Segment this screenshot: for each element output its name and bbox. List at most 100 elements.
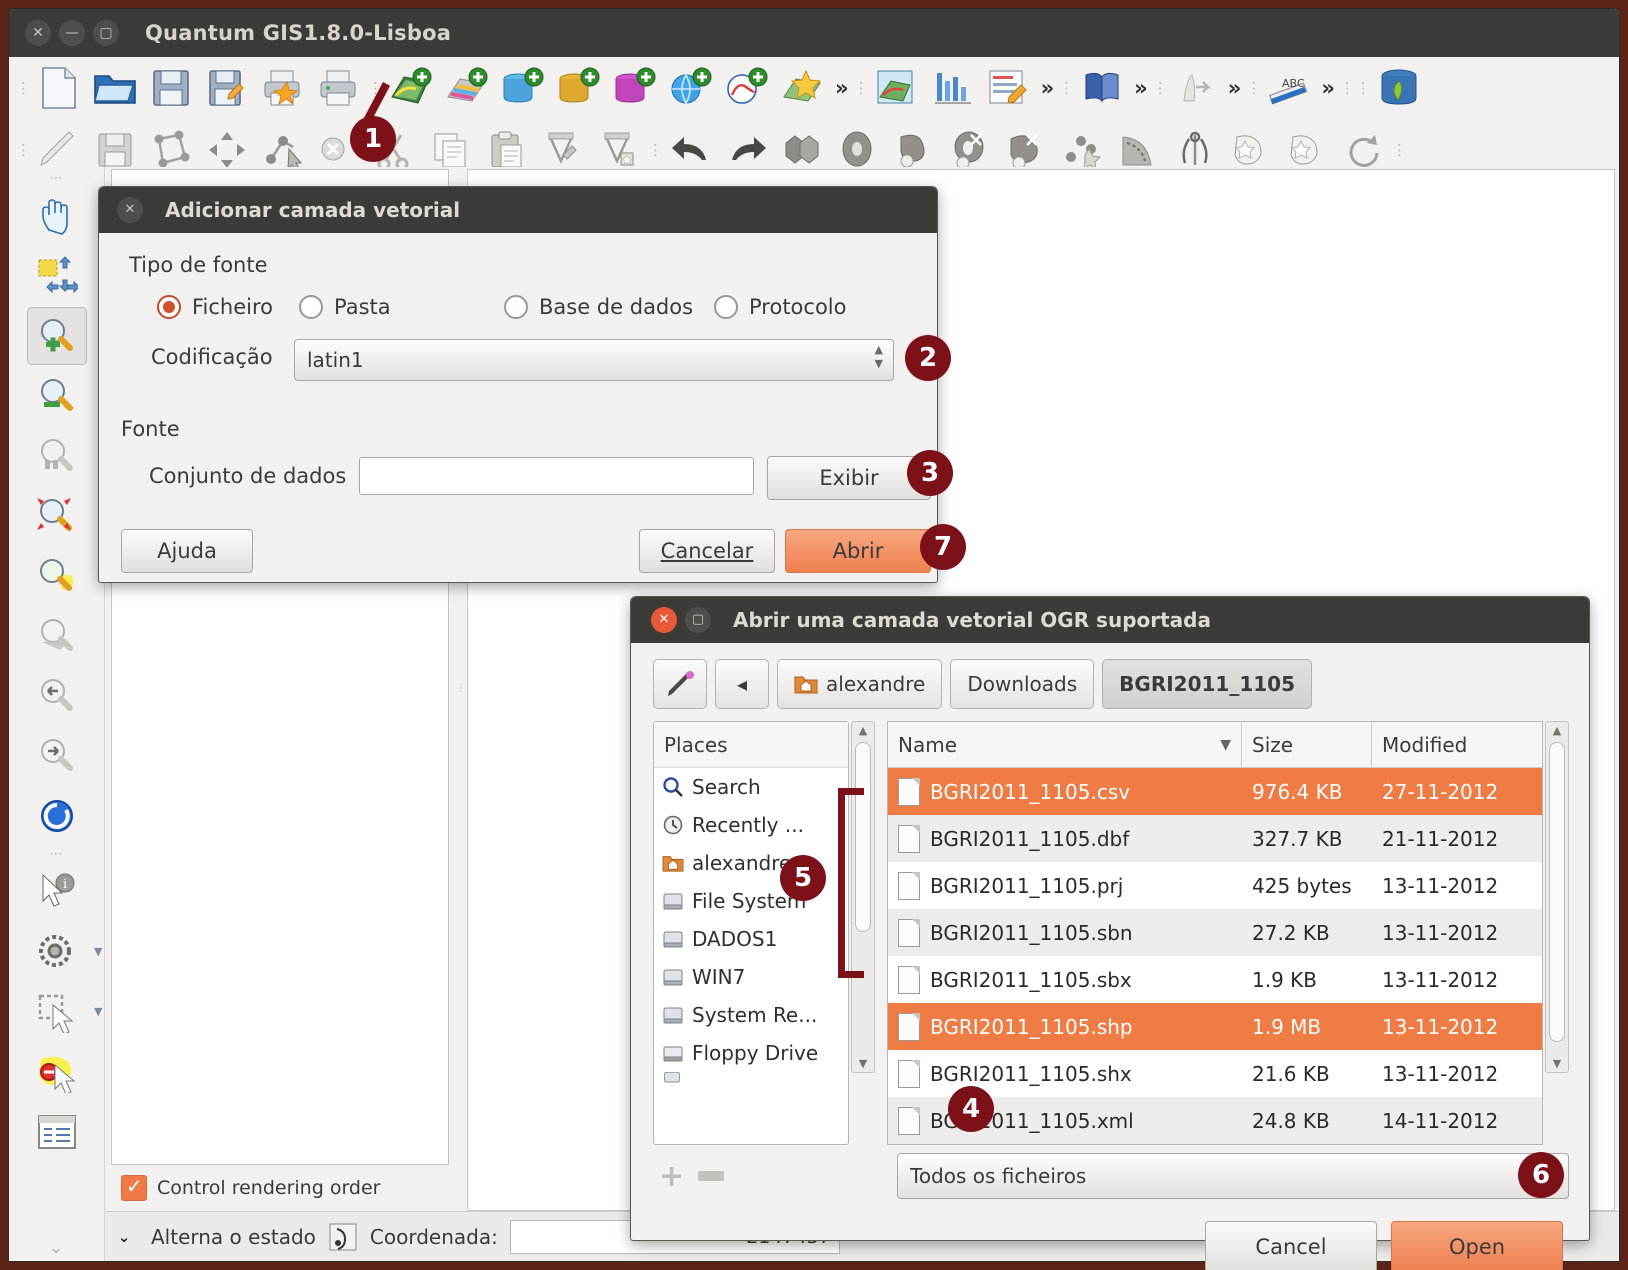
table-row[interactable]: BGRI2011_1105.prj 425 bytes 13-11-2012 [888, 862, 1542, 909]
overflow-chevron-5[interactable]: » [1317, 76, 1339, 100]
overflow-chevron-3[interactable]: » [1130, 76, 1152, 100]
pan-map-icon[interactable] [27, 187, 87, 245]
radio-base-de-dados-button[interactable] [504, 295, 528, 319]
refresh-icon[interactable] [27, 787, 87, 845]
table-row[interactable]: BGRI2011_1105.csv 976.4 KB 27-11-2012 [888, 768, 1542, 815]
file-list-scrollbar[interactable]: ▲ ▼ [1545, 721, 1569, 1073]
cancel-button[interactable]: Cancelar [639, 529, 775, 573]
db-manager-icon[interactable] [1371, 60, 1427, 116]
place-item-win7[interactable]: WIN7 [654, 958, 848, 996]
print-icon[interactable] [311, 60, 367, 116]
deselect-features-icon[interactable] [27, 1043, 87, 1101]
toolbar-grip-db[interactable]: ⋮ [1339, 81, 1355, 96]
close-icon[interactable]: ✕ [25, 20, 51, 46]
identify-features-icon[interactable]: i [27, 863, 87, 921]
overflow-chevron-4[interactable]: » [1224, 76, 1246, 100]
path-back-button[interactable]: ◂ [715, 659, 769, 709]
python-console-icon[interactable] [1074, 60, 1130, 116]
topology-icon[interactable] [1168, 60, 1224, 116]
add-place-button[interactable]: + [659, 1159, 684, 1194]
table-row[interactable]: BGRI2011_1105.sbx 1.9 KB 13-11-2012 [888, 956, 1542, 1003]
zoom-to-selection-icon[interactable] [27, 487, 87, 545]
place-item-recently[interactable]: Recently ... [654, 806, 848, 844]
maximize-icon[interactable]: ▢ [685, 607, 711, 633]
toolbar-grip-digit[interactable]: ⋮ [15, 143, 31, 158]
place-item-more[interactable] [654, 1072, 848, 1084]
chevron-down-icon-2[interactable]: ▼ [94, 1005, 102, 1018]
measure-icon[interactable]: ABC [1261, 60, 1317, 116]
help-button[interactable]: Ajuda [121, 529, 253, 573]
toolbar-grip[interactable]: ⋮ [15, 81, 31, 96]
remove-place-button[interactable] [698, 1171, 725, 1181]
toolbar-grip-undo[interactable]: ⋮ [647, 143, 663, 158]
control-rendering-order-checkbox[interactable] [121, 1174, 147, 1201]
add-mssql-layer-icon[interactable] [607, 60, 663, 116]
radio-pasta-button[interactable] [299, 295, 323, 319]
radio-ficheiro-button[interactable] [157, 295, 181, 319]
toolbar-grip-end[interactable]: ⋮ [1391, 143, 1407, 158]
place-item-floppy-drive[interactable]: Floppy Drive [654, 1034, 848, 1072]
toolbar-grip-plugins[interactable]: ⋮ [1058, 81, 1074, 96]
save-project-icon[interactable] [143, 60, 199, 116]
new-bookmark-icon[interactable] [775, 60, 831, 116]
add-wms-layer-icon[interactable] [663, 60, 719, 116]
add-vector-layer-icon[interactable] [383, 60, 439, 116]
chevron-down-icon[interactable]: ▼ [94, 945, 102, 958]
status-expand-icon[interactable]: ⌄ [109, 1228, 139, 1246]
toolbar-grip-measure[interactable]: ⋮ [1245, 81, 1261, 96]
table-row[interactable]: BGRI2011_1105.shp 1.9 MB 13-11-2012 [888, 1003, 1542, 1050]
zoom-in-icon[interactable] [26, 307, 87, 365]
toolbar-grip-db2[interactable]: ⋮ [1355, 81, 1371, 96]
zoom-previous-icon[interactable] [27, 667, 87, 725]
add-raster-layer-icon[interactable] [439, 60, 495, 116]
scroll-down-arrow-icon[interactable]: ▼ [852, 1057, 874, 1070]
new-file-icon[interactable] [31, 60, 87, 116]
browse-button[interactable]: Exibir [767, 456, 931, 500]
places-scrollbar[interactable]: ▲ ▼ [851, 721, 875, 1073]
radio-protocolo[interactable]: Protocolo [714, 295, 846, 319]
select-features-icon[interactable]: ▼ [27, 983, 103, 1041]
file-list-scrollbar-thumb[interactable] [1549, 742, 1565, 1042]
place-item-dados1[interactable]: DADOS1 [654, 920, 848, 958]
statistics-icon[interactable] [925, 60, 981, 116]
pencil-icon[interactable] [653, 659, 707, 709]
path-button-downloads[interactable]: Downloads [950, 659, 1095, 709]
add-wfs-layer-icon[interactable] [719, 60, 775, 116]
path-button-alexandre[interactable]: alexandre [777, 659, 943, 709]
place-item-search[interactable]: Search [654, 768, 848, 806]
column-header-name[interactable]: Name ▼ [888, 722, 1242, 767]
measure-line-icon[interactable]: ▼ [27, 923, 103, 981]
add-postgis-layer-icon[interactable] [495, 60, 551, 116]
path-button-current[interactable]: BGRI2011_1105 [1102, 659, 1313, 709]
places-scrollbar-thumb[interactable] [855, 742, 871, 932]
scroll-up-arrow-icon[interactable]: ▲ [1546, 724, 1568, 737]
label-icon[interactable] [981, 60, 1037, 116]
zoom-full-icon[interactable] [27, 427, 87, 485]
overflow-chevron[interactable]: » [831, 76, 853, 100]
dataset-input[interactable] [359, 457, 754, 495]
open-button[interactable]: Open [1391, 1221, 1563, 1270]
left-toolbar-more[interactable]: ⌄ [48, 1237, 64, 1258]
place-item-system-reserved[interactable]: System Re... [654, 996, 848, 1034]
cancel-button[interactable]: Cancel [1205, 1221, 1377, 1270]
file-type-filter-combobox[interactable]: Todos os ficheiros ▲▼ [897, 1153, 1569, 1199]
left-toolbar-grip[interactable]: ⋯ [50, 171, 64, 187]
pan-to-selection-icon[interactable] [27, 247, 87, 305]
table-row[interactable]: BGRI2011_1105.shx 21.6 KB 13-11-2012 [888, 1050, 1542, 1097]
close-icon[interactable]: ✕ [117, 197, 143, 223]
spinner-arrows-icon[interactable]: ▲▼ [875, 344, 883, 369]
table-row[interactable]: BGRI2011_1105.sbn 27.2 KB 13-11-2012 [888, 909, 1542, 956]
radio-ficheiro[interactable]: Ficheiro [157, 295, 273, 319]
radio-base-de-dados[interactable]: Base de dados [504, 295, 693, 319]
open-project-icon[interactable] [87, 60, 143, 116]
open-table-icon[interactable] [27, 1103, 87, 1161]
scroll-down-arrow-icon[interactable]: ▼ [1546, 1057, 1568, 1070]
overflow-chevron-2[interactable]: » [1037, 76, 1059, 100]
zoom-next-icon[interactable] [27, 727, 87, 785]
open-attribute-table-icon[interactable] [869, 60, 925, 116]
table-row[interactable]: BGRI2011_1105.dbf 327.7 KB 21-11-2012 [888, 815, 1542, 862]
save-project-as-icon[interactable] [199, 60, 255, 116]
toolbar-grip-topology[interactable]: ⋮ [1152, 81, 1168, 96]
left-toolbar-grip-2[interactable]: ⋯ [50, 847, 64, 863]
radio-protocolo-button[interactable] [714, 295, 738, 319]
